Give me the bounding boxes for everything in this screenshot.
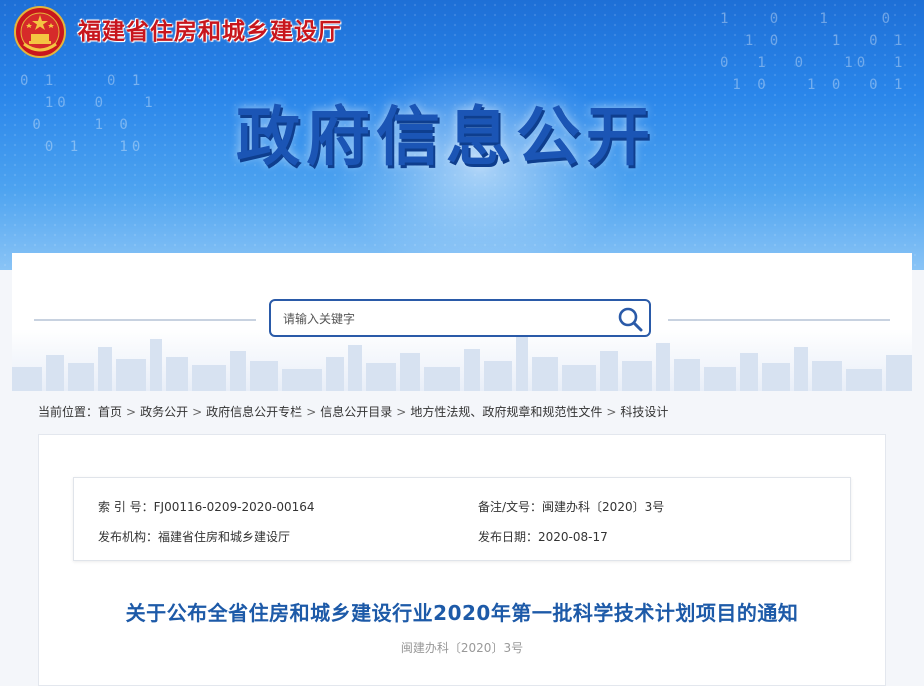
breadcrumb-separator: > (606, 405, 617, 419)
breadcrumb: 当前位置：首页 > 政务公开 > 政府信息公开专栏 > 信息公开目录 > 地方性法规、政府规章和… (38, 403, 668, 420)
search-panel (12, 253, 912, 391)
meta-index-label: 索 引 号： (98, 500, 154, 514)
breadcrumb-info-catalog[interactable]: 信息公开目录 (320, 405, 392, 419)
search-input[interactable] (281, 301, 605, 337)
breadcrumb-separator: > (126, 405, 137, 419)
breadcrumb-separator: > (192, 405, 203, 419)
search-icon[interactable] (617, 306, 643, 332)
binary-decoration-left: 0 1 0 1 10 0 1 0 1 0 0 1 10 (20, 73, 157, 155)
meta-publisher-label: 发布机构： (98, 530, 159, 544)
article-container: 索 引 号：FJ00116-0209-2020-00164 备注/文号：闽建办科… (38, 434, 886, 686)
breadcrumb-prefix: 当前位置： (38, 405, 99, 419)
binary-decoration-right: 1 0 1 0 1 0 1 0 1 0 1 0 10 1 1 0 1 0 0 1 (720, 11, 907, 93)
meta-index: 索 引 号：FJ00116-0209-2020-00164 (98, 498, 315, 515)
meta-doc-number: 备注/文号：闽建办科〔2020〕3号 (478, 498, 664, 515)
search-box (269, 299, 651, 337)
meta-publish-date: 发布日期：2020-08-17 (478, 528, 608, 545)
article-doc-number: 闽建办科〔2020〕3号 (400, 641, 524, 655)
article-title: 关于公布全省住房和城乡建设行业2020年第一批科学技术计划项目的通知 (125, 601, 799, 625)
national-emblem-icon (14, 6, 66, 58)
breadcrumb-tech-design[interactable]: 科技设计 (620, 405, 668, 419)
document-meta-box: 索 引 号：FJ00116-0209-2020-00164 备注/文号：闽建办科… (73, 477, 851, 561)
meta-publisher: 发布机构：福建省住房和城乡建设厅 (98, 528, 290, 545)
breadcrumb-separator: > (396, 405, 407, 419)
header-banner: 0 1 0 1 10 0 1 0 1 0 0 1 10 1 0 1 0 1 0 … (0, 0, 924, 270)
meta-date-label: 发布日期： (478, 530, 539, 544)
meta-date-value: 2020-08-17 (538, 530, 608, 544)
breadcrumb-separator: > (306, 405, 317, 419)
search-divider-left (34, 319, 256, 321)
breadcrumb-info-disclosure-column[interactable]: 政府信息公开专栏 (206, 405, 302, 419)
breadcrumb-home[interactable]: 首页 (98, 405, 122, 419)
meta-doc-value: 闽建办科〔2020〕3号 (542, 500, 665, 514)
breadcrumb-gov-affairs[interactable]: 政务公开 (140, 405, 188, 419)
breadcrumb-regulations[interactable]: 地方性法规、政府规章和规范性文件 (410, 405, 602, 419)
search-divider-right (668, 319, 890, 321)
org-name[interactable]: 福建省住房和城乡建设厅 (78, 12, 342, 46)
meta-doc-label: 备注/文号： (478, 500, 543, 514)
meta-publisher-value: 福建省住房和城乡建设厅 (158, 530, 291, 544)
site-title: 政府信息公开 (236, 101, 656, 175)
meta-index-value: FJ00116-0209-2020-00164 (153, 500, 315, 514)
